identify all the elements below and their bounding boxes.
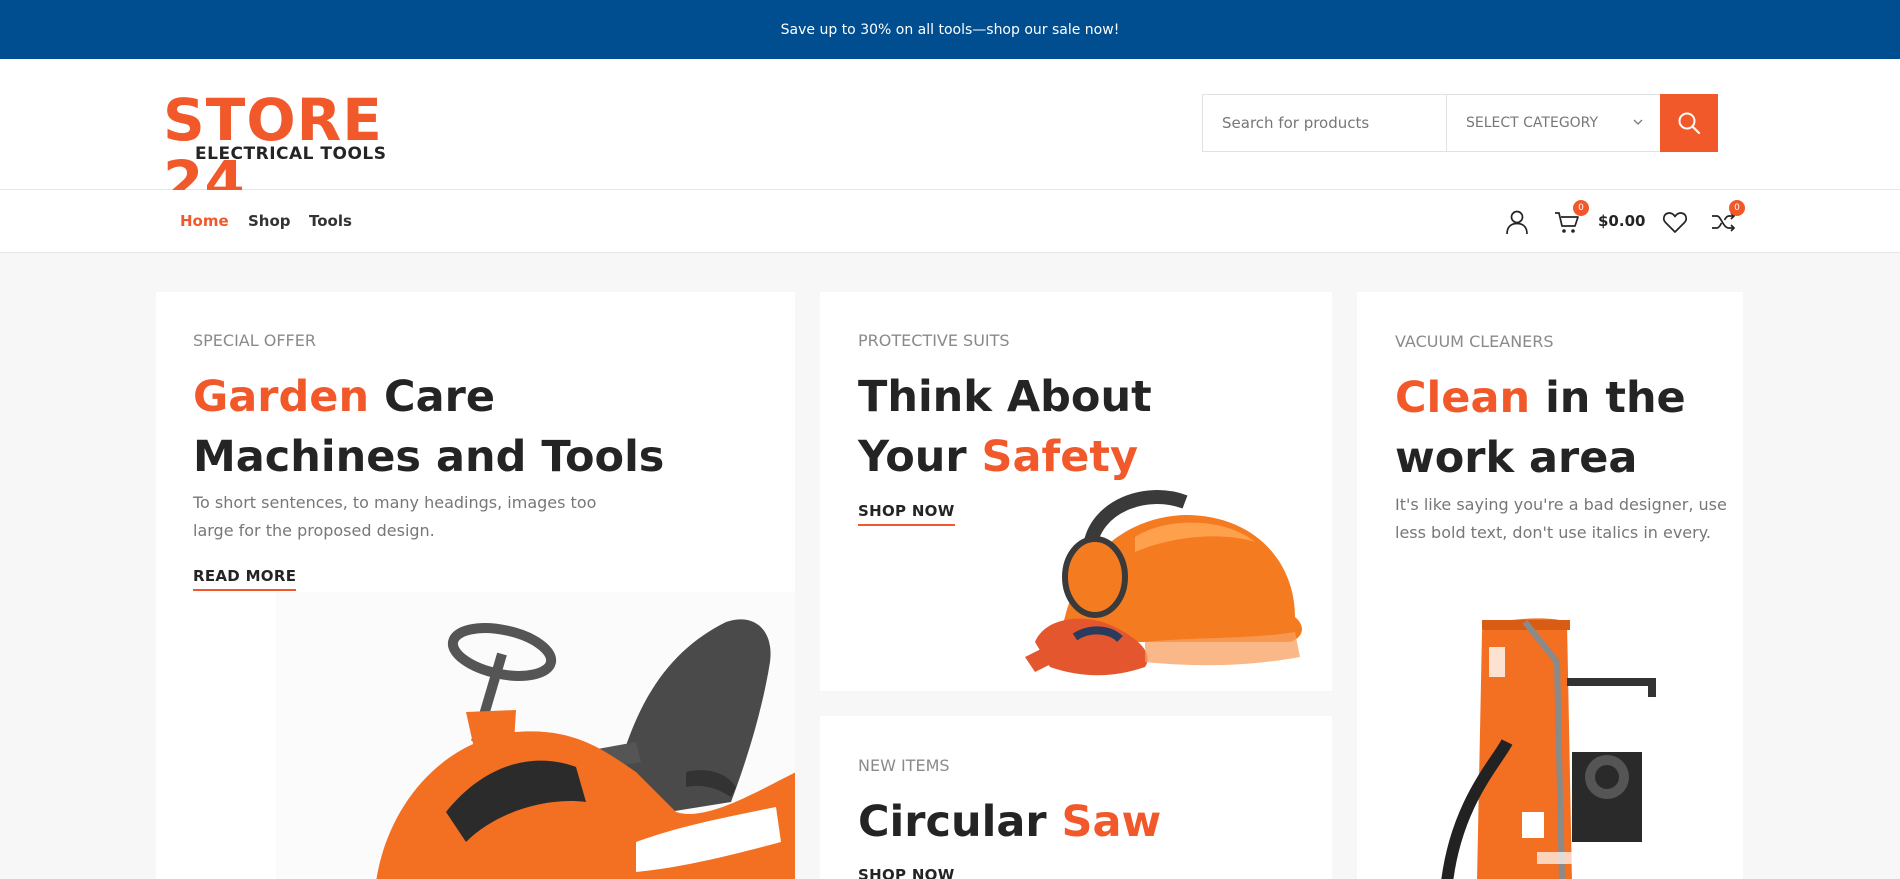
shop-now-link[interactable]: SHOP NOW: [858, 502, 955, 526]
shop-now-link[interactable]: SHOP NOW: [858, 866, 955, 879]
desc-line-2: large for the proposed design.: [193, 521, 435, 540]
desc-line-1: It's like saying you're a bad designer, …: [1395, 495, 1727, 514]
card-title: Circular Saw: [858, 792, 1161, 852]
title-accent: Clean: [1395, 373, 1531, 423]
card-eyebrow: SPECIAL OFFER: [193, 331, 316, 350]
title-text: in the: [1530, 373, 1686, 423]
read-more-link[interactable]: READ MORE: [193, 567, 297, 591]
title-text: Circular: [858, 797, 1062, 847]
category-select[interactable]: SELECT CATEGORY: [1447, 95, 1661, 151]
title-line-1: Think About: [858, 372, 1152, 422]
promo-card-saw[interactable]: NEW ITEMS Circular Saw SHOP NOW: [820, 716, 1332, 879]
chevron-down-icon: [1633, 117, 1643, 127]
card-description: To short sentences, to many headings, im…: [193, 489, 596, 545]
compare-count-badge: 0: [1729, 200, 1745, 216]
promo-card-garden[interactable]: SPECIAL OFFER Garden Care Machines and T…: [156, 292, 795, 879]
nav-item-home[interactable]: Home: [180, 212, 229, 230]
promo-card-vacuum[interactable]: VACUUM CLEANERS Clean in the work area I…: [1357, 292, 1743, 879]
nav-item-shop[interactable]: Shop: [248, 212, 291, 230]
search-input[interactable]: [1203, 95, 1447, 151]
title-accent: Garden: [193, 372, 370, 422]
search-icon: [1677, 111, 1701, 135]
card-eyebrow: VACUUM CLEANERS: [1395, 332, 1554, 351]
account-button[interactable]: [1501, 206, 1533, 238]
card-eyebrow: PROTECTIVE SUITS: [858, 331, 1010, 350]
wishlist-button[interactable]: [1659, 206, 1691, 238]
title-line-2: Machines and Tools: [193, 432, 665, 482]
title-text: Your: [858, 432, 982, 482]
promo-card-safety[interactable]: PROTECTIVE SUITS Think About Your Safety…: [820, 292, 1332, 691]
cart-button[interactable]: 0: [1551, 200, 1589, 238]
compare-button[interactable]: 0: [1707, 200, 1745, 238]
main-nav: Home Shop Tools 0 $0.00 0: [0, 190, 1900, 253]
category-select-label: SELECT CATEGORY: [1466, 115, 1599, 131]
store-logo[interactable]: STORE 24 ELECTRICAL TOOLS: [163, 89, 413, 213]
card-title: Garden Care Machines and Tools: [193, 367, 664, 487]
search-form: SELECT CATEGORY: [1202, 94, 1718, 152]
vacuum-cleaner-image: [1441, 618, 1656, 879]
search-button[interactable]: [1660, 94, 1718, 152]
safety-gear-image: [1025, 490, 1302, 676]
desc-line-1: To short sentences, to many headings, im…: [193, 493, 597, 512]
lawn-mower-image: [276, 592, 795, 879]
cart-total[interactable]: $0.00: [1598, 212, 1645, 230]
title-line-2: work area: [1395, 433, 1638, 483]
cart-count-badge: 0: [1573, 200, 1589, 216]
promo-text: Save up to 30% on all tools—shop our sal…: [780, 21, 1120, 38]
logo-sub-text: ELECTRICAL TOOLS: [195, 144, 387, 164]
promo-bar: Save up to 30% on all tools—shop our sal…: [0, 0, 1900, 59]
card-description: It's like saying you're a bad designer, …: [1395, 491, 1727, 547]
card-title: Clean in the work area: [1395, 368, 1686, 488]
nav-item-tools[interactable]: Tools: [309, 212, 352, 230]
title-text: Care: [369, 372, 495, 422]
card-eyebrow: NEW ITEMS: [858, 756, 950, 775]
user-icon: [1504, 209, 1530, 235]
site-header: STORE 24 ELECTRICAL TOOLS SELECT CATEGOR…: [0, 59, 1900, 213]
title-accent: Saw: [1061, 797, 1162, 847]
heart-icon: [1662, 209, 1688, 235]
desc-line-2: less bold text, don't use italics in eve…: [1395, 523, 1711, 542]
